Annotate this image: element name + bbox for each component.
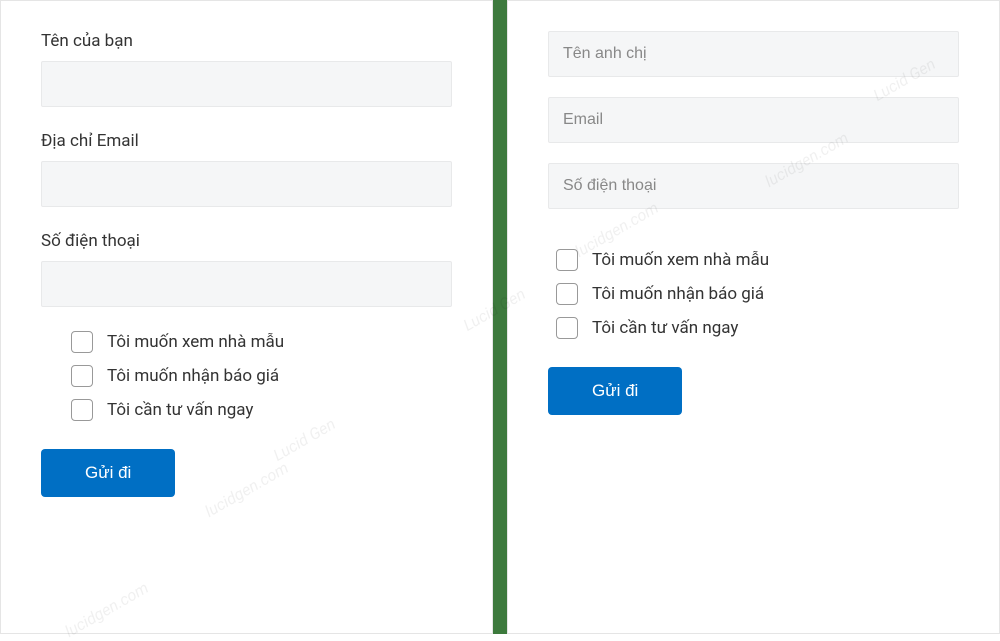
name-input[interactable] xyxy=(548,31,959,77)
form-panel-right: Tôi muốn xem nhà mẫu Tôi muốn nhận báo g… xyxy=(507,0,1000,634)
checkbox-group-right: Tôi muốn xem nhà mẫu Tôi muốn nhận báo g… xyxy=(548,249,959,339)
form-panel-left: Tên của bạn Địa chỉ Email Số điện thoại … xyxy=(0,0,493,634)
email-field-group: Địa chỉ Email xyxy=(41,131,452,207)
submit-button[interactable]: Gửi đi xyxy=(548,367,682,415)
checkbox-icon xyxy=(71,365,93,387)
checkbox-label: Tôi muốn xem nhà mẫu xyxy=(592,250,769,270)
email-input[interactable] xyxy=(41,161,452,207)
checkbox-icon xyxy=(556,249,578,271)
checkbox-row-consult[interactable]: Tôi cần tư vấn ngay xyxy=(556,317,959,339)
email-label: Địa chỉ Email xyxy=(41,131,452,151)
checkbox-row-model-house[interactable]: Tôi muốn xem nhà mẫu xyxy=(556,249,959,271)
checkbox-label: Tôi muốn nhận báo giá xyxy=(592,284,764,304)
checkbox-row-model-house[interactable]: Tôi muốn xem nhà mẫu xyxy=(71,331,452,353)
checkbox-label: Tôi muốn xem nhà mẫu xyxy=(107,332,284,352)
email-input[interactable] xyxy=(548,97,959,143)
checkbox-icon xyxy=(556,317,578,339)
checkbox-label: Tôi cần tư vấn ngay xyxy=(107,400,253,420)
name-field-group: Tên của bạn xyxy=(41,31,452,107)
checkbox-row-quote[interactable]: Tôi muốn nhận báo giá xyxy=(556,283,959,305)
checkbox-icon xyxy=(556,283,578,305)
phone-field-group: Số điện thoại xyxy=(41,231,452,307)
checkbox-icon xyxy=(71,331,93,353)
checkbox-group-left: Tôi muốn xem nhà mẫu Tôi muốn nhận báo g… xyxy=(41,331,452,421)
panel-divider xyxy=(493,0,507,634)
submit-button[interactable]: Gửi đi xyxy=(41,449,175,497)
phone-label: Số điện thoại xyxy=(41,231,452,251)
checkbox-icon xyxy=(71,399,93,421)
phone-input[interactable] xyxy=(41,261,452,307)
name-label: Tên của bạn xyxy=(41,31,452,51)
checkbox-label: Tôi muốn nhận báo giá xyxy=(107,366,279,386)
phone-input[interactable] xyxy=(548,163,959,209)
checkbox-label: Tôi cần tư vấn ngay xyxy=(592,318,738,338)
checkbox-row-quote[interactable]: Tôi muốn nhận báo giá xyxy=(71,365,452,387)
checkbox-row-consult[interactable]: Tôi cần tư vấn ngay xyxy=(71,399,452,421)
name-input[interactable] xyxy=(41,61,452,107)
